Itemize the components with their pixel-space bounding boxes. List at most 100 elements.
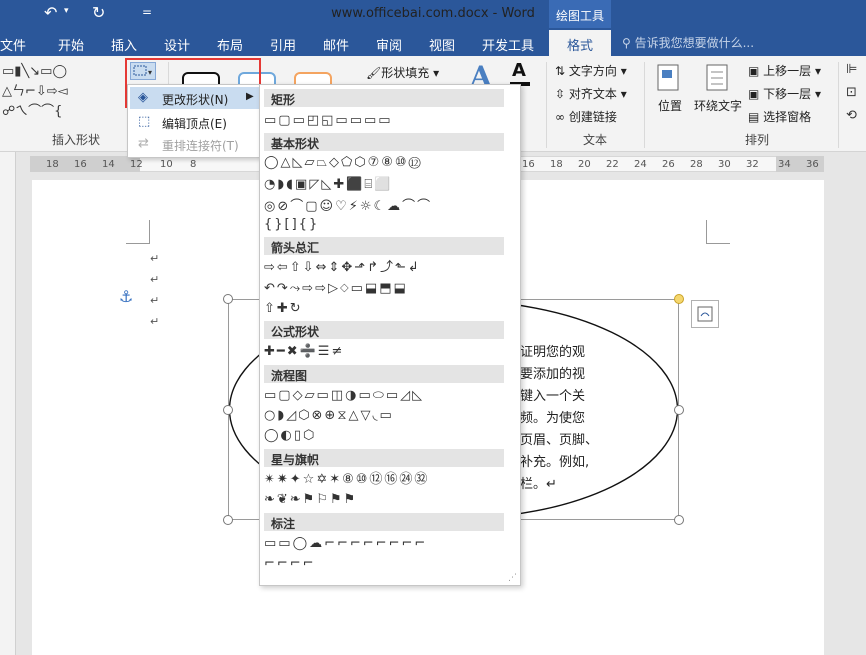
tell-me-search[interactable]: ⚲ 告诉我您想要做什么... bbox=[622, 34, 754, 51]
shape-row[interactable]: ⇨⇦⇧⇩⇔⇕✥⬏↱⤴⬑↲ bbox=[264, 258, 421, 278]
shapes-gallery-row-3[interactable]: ☍ㄟ⌒⌒{ bbox=[2, 104, 62, 120]
chevron-down-icon: ▾ bbox=[616, 64, 627, 78]
selection-pane-button[interactable]: ▤ 选择窗格 bbox=[748, 108, 811, 125]
tab-layout[interactable]: 布局 bbox=[217, 35, 243, 54]
create-link-button[interactable]: ∞ 创建链接 bbox=[555, 108, 617, 125]
menu-item-reroute-connectors[interactable]: ⇄ 重排连接符(T) bbox=[130, 133, 261, 155]
ruler-tick: 14 bbox=[102, 159, 115, 170]
text-line: 视频。为使您 bbox=[507, 411, 586, 426]
tell-me-label: 告诉我您想要做什么... bbox=[634, 36, 755, 50]
category-basic-shapes: 基本形状 bbox=[264, 133, 504, 151]
shape-row[interactable]: ○◗◿⬡⊗⊕⧖△▽◟▭ bbox=[264, 406, 394, 426]
edit-points-label: 编辑顶点(E) bbox=[162, 117, 227, 131]
shape-row[interactable]: ⌐⌐⌐⌐ bbox=[264, 554, 316, 574]
shape-row[interactable]: ⇧✚↻ bbox=[264, 299, 303, 319]
context-group-title: 绘图工具 bbox=[549, 0, 611, 28]
tab-insert[interactable]: 插入 bbox=[111, 35, 137, 54]
change-shape-label: 更改形状(N) bbox=[162, 93, 229, 107]
ruler-tick: 16 bbox=[522, 159, 535, 170]
shape-fill-label: 形状填充 bbox=[381, 66, 430, 80]
menu-item-edit-points[interactable]: ⬚ 编辑顶点(E) bbox=[130, 111, 261, 133]
change-shape-icon: ◈ bbox=[138, 90, 148, 105]
shape-row[interactable]: {}[]{} bbox=[264, 215, 319, 235]
shape-row[interactable]: ◯△◺▱⏢◇⬠⬡⑦⑧⑩⑫ bbox=[264, 153, 423, 173]
text-direction-label: 文字方向 bbox=[568, 64, 617, 78]
selection-pane-label: 选择窗格 bbox=[763, 110, 812, 124]
bring-forward-button[interactable]: ▣ 上移一层 ▾ bbox=[748, 62, 821, 79]
tab-format[interactable]: 格式 bbox=[549, 30, 611, 56]
reroute-label: 重排连接符(T) bbox=[162, 139, 239, 153]
shape-row[interactable]: ◔◗◖▣◸◺✚⬛⌸⬜ bbox=[264, 175, 392, 195]
tab-home[interactable]: 开始 bbox=[58, 35, 84, 54]
menu-item-change-shape[interactable]: ◈ 更改形状(N) ▶ bbox=[130, 87, 261, 109]
shape-row[interactable]: ✚━✖➗☰≠ bbox=[264, 342, 344, 362]
category-equation-shapes: 公式形状 bbox=[264, 321, 504, 339]
resize-handle[interactable] bbox=[223, 515, 233, 525]
tab-design[interactable]: 设计 bbox=[164, 35, 190, 54]
shape-row[interactable]: ◎⊘⌒▢☺♡⚡☼☾☁⌒⌒ bbox=[264, 197, 432, 217]
tab-references[interactable]: 引用 bbox=[270, 35, 296, 54]
position-label: 位置 bbox=[657, 99, 682, 113]
edit-points-icon: ⬚ bbox=[138, 114, 151, 129]
category-block-arrows: 箭头总汇 bbox=[264, 237, 504, 255]
resize-handle[interactable] bbox=[223, 294, 233, 304]
shapes-gallery-row-1[interactable]: ▭▮╲↘▭◯ bbox=[2, 64, 67, 80]
anchor-icon: ⚓ bbox=[119, 287, 134, 306]
shape-row[interactable]: ▭▭◯☁⌐⌐⌐⌐⌐⌐⌐⌐ bbox=[264, 534, 427, 554]
paint-bucket-icon: 🖌 bbox=[366, 66, 382, 80]
group-icon[interactable]: ⊡ bbox=[846, 85, 857, 101]
shape-body-text: 您证明您的观 想要添加的视 以键入一个关 视频。为使您 了页眉、页脚、 为补充。… bbox=[507, 342, 617, 496]
paragraph-mark: ↵ bbox=[150, 252, 160, 265]
resize-handle[interactable] bbox=[223, 405, 233, 415]
ruler-tick: 20 bbox=[578, 159, 591, 170]
shape-row[interactable]: ◯◐▯⬡ bbox=[264, 426, 316, 446]
adjust-handle[interactable] bbox=[674, 294, 684, 304]
paragraph-mark: ↵ bbox=[150, 315, 160, 328]
edit-shape-menu: ◈ 更改形状(N) ▶ ⬚ 编辑顶点(E) ⇄ 重排连接符(T) bbox=[127, 84, 262, 158]
chevron-down-icon: ▾ bbox=[811, 64, 822, 78]
shape-row[interactable]: ↶↷⤳⇨⇨▷⬦▭⬓⬒⬓ bbox=[264, 279, 408, 299]
ruler-tick: 34 bbox=[778, 159, 791, 170]
shape-row[interactable]: ▭▢▭◰◱▭▭▭▭ bbox=[264, 111, 393, 131]
send-backward-label: 下移一层 bbox=[763, 87, 812, 101]
send-backward-button[interactable]: ▣ 下移一层 ▾ bbox=[748, 85, 821, 102]
resize-grip-icon[interactable]: ⋰ bbox=[508, 573, 517, 583]
group-label-arrange: 排列 bbox=[745, 133, 770, 147]
ribbon-divider bbox=[546, 62, 547, 148]
shape-row[interactable]: ❧❦❧⚑⚐⚑⚑ bbox=[264, 490, 357, 510]
tab-mailings[interactable]: 邮件 bbox=[323, 35, 349, 54]
text-line: 以键入一个关 bbox=[507, 389, 586, 404]
text-line: 了页眉、页脚、 bbox=[507, 433, 599, 448]
chevron-down-icon: ▾ bbox=[811, 87, 822, 101]
resize-handle[interactable] bbox=[674, 515, 684, 525]
text-direction-button[interactable]: ⇅ 文字方向 ▾ bbox=[555, 62, 627, 79]
group-label-text: 文本 bbox=[583, 133, 608, 147]
shape-row[interactable]: ✴✷✦☆✡✶⑧⑩⑫⑯㉔㉜ bbox=[264, 470, 429, 490]
tab-review[interactable]: 审阅 bbox=[376, 35, 402, 54]
text-direction-icon: ⇅ bbox=[555, 64, 569, 78]
align-icon[interactable]: ⊫ bbox=[846, 62, 857, 78]
ruler-tick: 12 bbox=[130, 159, 143, 170]
margin-corner-mark bbox=[126, 220, 150, 244]
position-button[interactable]: 位置 bbox=[652, 62, 688, 122]
tab-file[interactable]: 文件 bbox=[0, 35, 26, 54]
tab-developer[interactable]: 开发工具 bbox=[482, 35, 534, 54]
shape-fill-button[interactable]: 🖌形状填充 ▾ bbox=[366, 64, 439, 81]
text-color-icon[interactable]: A bbox=[512, 60, 526, 81]
align-text-button[interactable]: ⇳ 对齐文本 ▾ bbox=[555, 85, 627, 102]
chevron-down-icon: ▾ bbox=[429, 66, 440, 80]
ruler-tick: 32 bbox=[746, 159, 759, 170]
tab-view[interactable]: 视图 bbox=[429, 35, 455, 54]
rotate-icon[interactable]: ⟲ bbox=[846, 108, 857, 124]
shape-row[interactable]: ▭▢◇▱▭◫◑▭⬭▭◿◺ bbox=[264, 386, 424, 406]
ruler-tick: 8 bbox=[190, 159, 197, 170]
shapes-gallery-row-2[interactable]: △ㄣ⌐⇩⇨◅ bbox=[2, 84, 68, 100]
text-line: 要栏。↵ bbox=[507, 477, 557, 492]
layout-options-icon bbox=[697, 306, 713, 322]
wrap-text-button[interactable]: 环绕文字 bbox=[692, 62, 744, 122]
create-link-label: 创建链接 bbox=[568, 110, 617, 124]
resize-handle[interactable] bbox=[674, 405, 684, 415]
layout-options-button[interactable] bbox=[691, 300, 719, 328]
selection-pane-icon: ▤ bbox=[748, 110, 764, 124]
send-backward-icon: ▣ bbox=[748, 87, 764, 101]
